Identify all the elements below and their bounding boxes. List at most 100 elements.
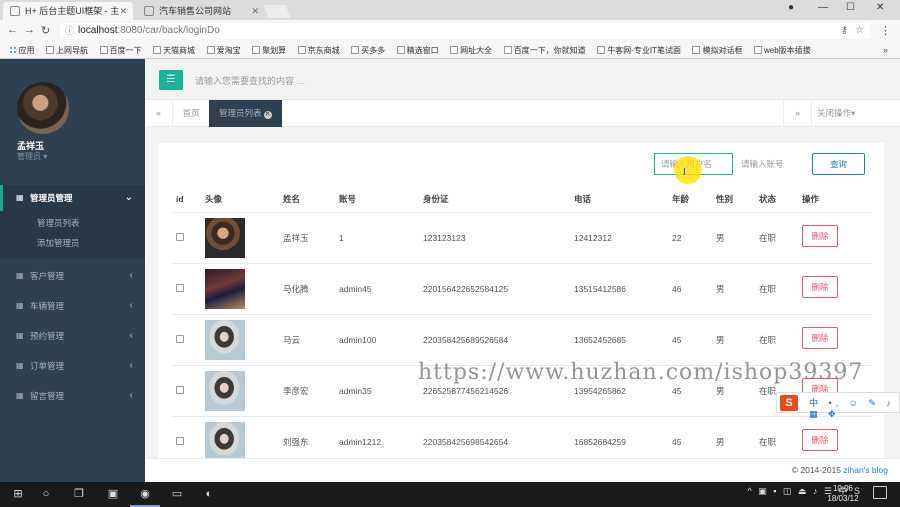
row-checkbox[interactable] [176, 233, 184, 241]
bookmark-item[interactable]: 买多多 [351, 42, 385, 58]
reload-icon[interactable]: ↻ [41, 24, 50, 37]
browser-tab-site[interactable]: 汽车销售公司网站 ✕ [137, 2, 265, 20]
delete-button[interactable]: 删除 [802, 429, 838, 451]
footer-link[interactable]: zihan's blog [843, 465, 888, 475]
maximize-icon[interactable]: ☐ [846, 2, 855, 13]
sidebar-item-label: 管理员管理 [30, 193, 73, 203]
avatar[interactable] [17, 82, 69, 134]
grid-icon: ▦ [16, 361, 24, 370]
bookmark-item[interactable]: 上网导航 [46, 42, 88, 58]
query-button[interactable]: 查询 [812, 153, 865, 175]
sidebar-item-customer[interactable]: ▦ 客户管理 ‹ [0, 265, 145, 295]
bookmarks-more-button[interactable]: » [883, 42, 888, 58]
delete-button[interactable]: 删除 [802, 327, 838, 349]
sidebar-item-order[interactable]: ▦ 订单管理 ‹ [0, 355, 145, 385]
bookmark-apps[interactable]: 应用 [8, 42, 35, 58]
col-idcard[interactable]: 身份证 [423, 186, 449, 213]
cell-account: admin100 [339, 335, 377, 345]
col-age[interactable]: 年龄 [672, 186, 689, 213]
col-gender[interactable]: 性别 [716, 186, 733, 213]
bookmark-item[interactable]: 百度一下 [99, 42, 142, 58]
profile-icon[interactable]: ● [788, 2, 794, 13]
delete-button[interactable]: 删除 [802, 276, 838, 298]
chevron-left-icon: ‹ [129, 360, 133, 371]
menu-icon[interactable]: ⋮ [880, 24, 891, 37]
close-window-icon[interactable]: ✕ [876, 2, 884, 13]
sidebar-item-vehicle[interactable]: ▦ 车辆管理 ‹ [0, 295, 145, 325]
windows-start-icon[interactable]: ⊞ [8, 482, 28, 507]
task-view-icon[interactable]: ❐ [68, 482, 90, 507]
close-tab-icon[interactable]: ✕ [263, 111, 272, 119]
avatar [205, 269, 245, 309]
col-phone[interactable]: 电话 [574, 186, 591, 213]
cell-status: 在职 [759, 284, 777, 294]
ime-toolbar[interactable]: S 中 •, ☺ ✎ ♪ ▦ ✥ [776, 392, 900, 419]
col-name[interactable]: 姓名 [283, 186, 300, 213]
bookmark-label: 爱淘宝 [216, 46, 241, 55]
menu-toggle-button[interactable]: ☰ [159, 70, 183, 90]
col-ops[interactable]: 操作 [802, 186, 819, 213]
cell-idcard: 123123123 [423, 233, 466, 243]
sidebar-item-reservation[interactable]: ▦ 预约管理 ‹ [0, 325, 145, 355]
bookmark-item[interactable]: 天猫商城 [153, 42, 195, 58]
sidebar-subitem-add-admin[interactable]: 添加管理员 [0, 233, 145, 253]
bookmark-item[interactable]: 聚划算 [252, 42, 286, 58]
table-row: 马化腾 admin45 220156422652584125 135154125… [172, 264, 872, 315]
app-icon[interactable]: ◐ [194, 482, 224, 507]
col-avatar[interactable]: 头像 [205, 186, 222, 213]
close-operations-dropdown[interactable]: 关闭操作▾ [811, 100, 900, 127]
tabs-scroll-right-button[interactable]: » [783, 100, 811, 127]
url-host: localhost [78, 25, 118, 36]
key-icon[interactable]: ⚷ [841, 23, 848, 39]
star-icon[interactable]: ☆ [855, 23, 864, 39]
col-id[interactable]: id [176, 186, 184, 213]
forward-icon[interactable]: → [24, 24, 35, 36]
minimize-icon[interactable]: — [818, 2, 828, 13]
sogou-logo-icon[interactable]: S [780, 395, 798, 411]
tab-admin-list[interactable]: 管理员列表 ✕ [209, 100, 282, 127]
bookmark-item[interactable]: 京东商城 [297, 42, 340, 58]
close-icon[interactable]: ✕ [251, 2, 259, 20]
clock[interactable]: 10:06 18/03/12 [823, 484, 863, 504]
hamburger-icon: ☰ [166, 74, 176, 85]
bookmark-item[interactable]: 网址大全 [450, 42, 492, 58]
avatar [205, 422, 245, 458]
cell-idcard: 220156422652584125 [423, 284, 509, 294]
top-search-input[interactable]: 请输入您需要查找的内容 … [195, 74, 306, 87]
search-icon[interactable]: ○ [36, 482, 56, 507]
back-icon[interactable]: ← [7, 24, 18, 36]
col-status[interactable]: 状态 [759, 186, 776, 213]
bookmark-label: 百度一下，你就知道 [513, 46, 586, 55]
url-input[interactable]: ⓘ localhost:8080/car/back/loginDo ⚷ ☆ [60, 23, 870, 39]
row-checkbox[interactable] [176, 335, 184, 343]
bookmark-item[interactable]: 模拟对话框 [692, 42, 742, 58]
new-tab-button[interactable] [263, 5, 291, 18]
sidebar-item-admin-management[interactable]: ▦ 管理员管理 ⌄ [0, 185, 145, 211]
account-search-input[interactable]: 请输入账号 [736, 153, 810, 175]
double-left-icon: « [155, 108, 161, 118]
ime-tools[interactable]: 中 •, ☺ ✎ ♪ ▦ ✥ [809, 396, 899, 420]
col-account[interactable]: 账号 [339, 186, 356, 213]
row-checkbox[interactable] [176, 437, 184, 445]
bookmark-item[interactable]: 精选窗口 [396, 42, 439, 58]
bookmark-item[interactable]: 爱淘宝 [206, 42, 241, 58]
page-icon [153, 46, 162, 54]
bookmark-item[interactable]: 牛客网-专业IT笔试面 [597, 42, 681, 58]
notification-icon[interactable] [873, 486, 887, 499]
file-explorer-icon[interactable]: ▭ [162, 482, 192, 507]
close-ops-label: 关闭操作 [817, 108, 852, 118]
chrome-icon[interactable]: ◉ [130, 482, 160, 507]
browser-tab-admin[interactable]: H+ 后台主题UI框架 - 主 ✕ [3, 2, 133, 20]
tab-home[interactable]: 首页 [173, 100, 209, 127]
tabs-scroll-left-button[interactable]: « [145, 100, 173, 127]
delete-button[interactable]: 删除 [802, 225, 838, 247]
user-role-dropdown[interactable]: 管理员 ▾ [17, 151, 47, 162]
app-icon[interactable]: ▣ [98, 482, 128, 507]
row-checkbox[interactable] [176, 284, 184, 292]
sidebar-item-message[interactable]: ▦ 留言管理 ‹ [0, 385, 145, 415]
bookmark-item[interactable]: web版本插拔 [754, 42, 811, 58]
close-icon[interactable]: ✕ [119, 2, 127, 20]
sidebar-subitem-admin-list[interactable]: 管理员列表 [0, 213, 145, 233]
bookmark-item[interactable]: 百度一下，你就知道 [503, 42, 586, 58]
row-checkbox[interactable] [176, 386, 184, 394]
